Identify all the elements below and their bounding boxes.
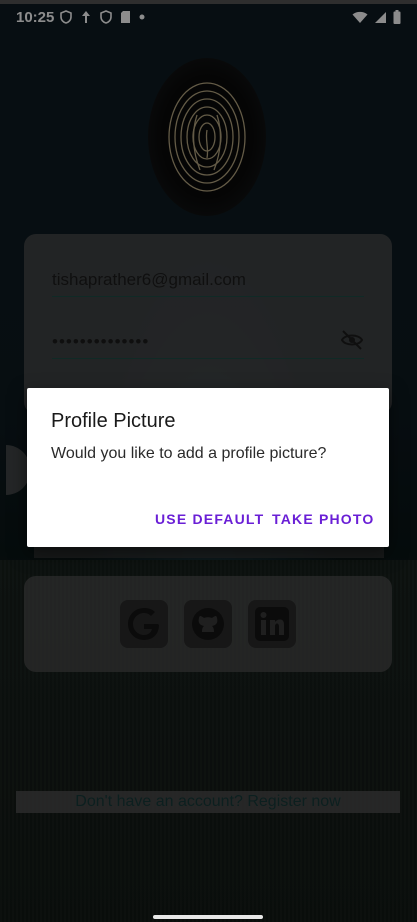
dialog-title: Profile Picture: [51, 410, 176, 432]
dialog-message: Would you like to add a profile picture?: [51, 445, 327, 462]
take-photo-button[interactable]: TAKE PHOTO: [272, 511, 375, 527]
home-indicator[interactable]: [153, 915, 263, 919]
use-default-button[interactable]: USE DEFAULT: [155, 511, 264, 527]
profile-picture-dialog: Profile Picture Would you like to add a …: [27, 388, 389, 547]
